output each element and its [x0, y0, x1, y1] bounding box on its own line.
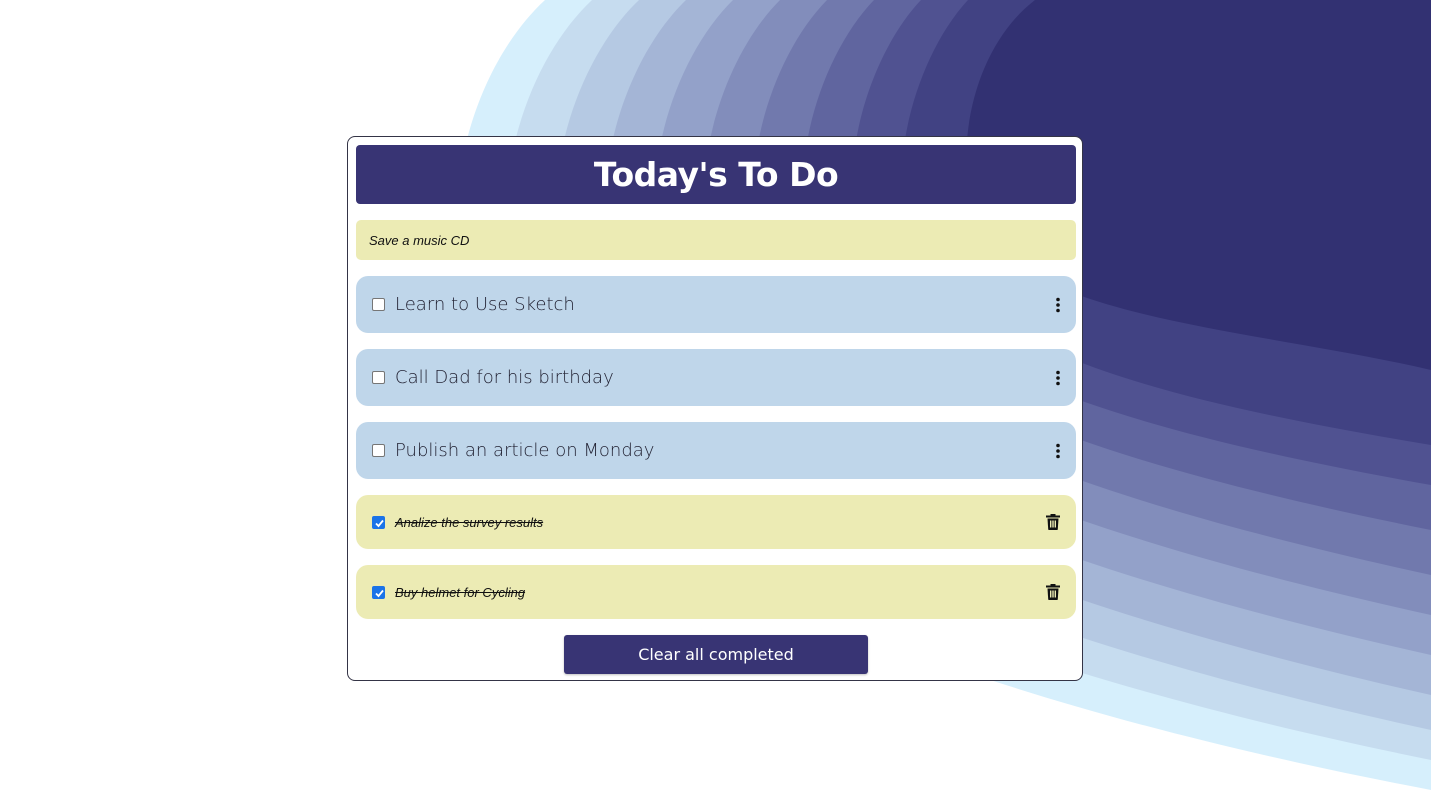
todo-card: Today's To Do Save a music CD Learn to U…	[347, 136, 1083, 681]
task-item[interactable]: Call Dad for his birthday	[356, 349, 1076, 406]
task-item-completed[interactable]: Buy helmet for Cycling	[356, 565, 1076, 619]
page-title: Today's To Do	[593, 155, 839, 194]
task-label: Learn to Use Sketch	[395, 294, 575, 315]
check-icon	[375, 589, 384, 597]
task-checkbox[interactable]	[372, 298, 385, 311]
task-item-completed[interactable]: Analize the survey results	[356, 495, 1076, 549]
task-label: Publish an article on Monday	[395, 440, 655, 461]
task-label: Call Dad for his birthday	[395, 367, 614, 388]
trash-icon[interactable]	[1046, 584, 1060, 600]
clear-completed-button[interactable]: Clear all completed	[564, 635, 868, 674]
new-task-input[interactable]: Save a music CD	[356, 220, 1076, 260]
kebab-menu-icon[interactable]	[1054, 443, 1062, 459]
kebab-menu-icon[interactable]	[1054, 370, 1062, 386]
new-task-text: Save a music CD	[369, 232, 470, 248]
task-checkbox[interactable]	[372, 444, 385, 457]
task-checkbox-checked[interactable]	[372, 585, 385, 599]
check-icon	[375, 519, 384, 527]
header-bar: Today's To Do	[356, 145, 1076, 204]
task-checkbox-checked[interactable]	[372, 515, 385, 529]
task-label: Analize the survey results	[395, 514, 544, 530]
task-item[interactable]: Learn to Use Sketch	[356, 276, 1076, 333]
kebab-menu-icon[interactable]	[1054, 297, 1062, 313]
task-checkbox[interactable]	[372, 371, 385, 384]
task-item[interactable]: Publish an article on Monday	[356, 422, 1076, 479]
trash-icon[interactable]	[1046, 514, 1060, 530]
task-label: Buy helmet for Cycling	[395, 584, 526, 600]
